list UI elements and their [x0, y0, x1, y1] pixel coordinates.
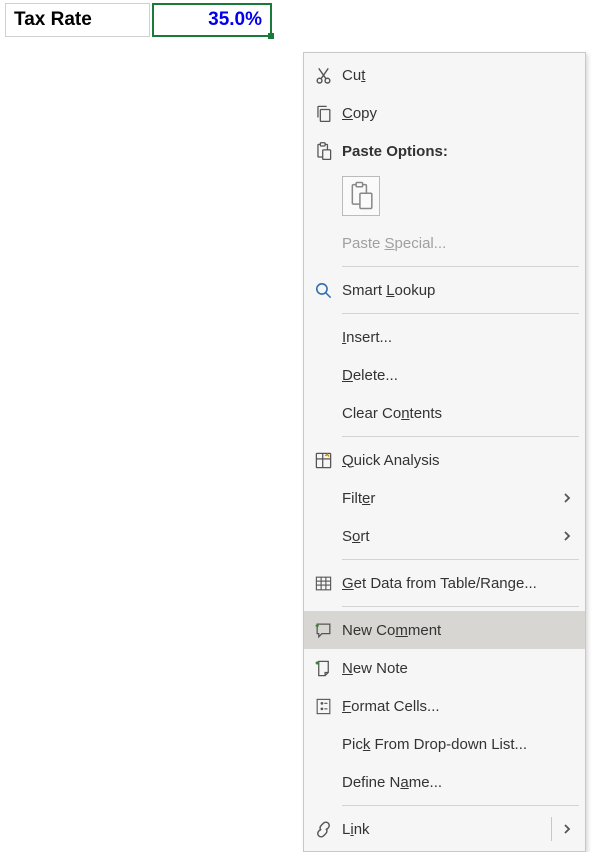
menu-cut[interactable]: Cut [304, 56, 585, 94]
note-icon [304, 659, 342, 678]
menu-define-name[interactable]: Define Name... [304, 763, 585, 801]
chevron-right-icon [557, 531, 577, 541]
menu-delete[interactable]: Delete... [304, 356, 585, 394]
menu-get-data-label: Get Data from Table/Range... [342, 575, 577, 592]
menu-sort[interactable]: Sort [304, 517, 585, 555]
menu-paste-options-label: Paste Options: [342, 143, 577, 160]
search-icon [304, 281, 342, 300]
paste-icon [304, 142, 342, 161]
chevron-right-icon [557, 493, 577, 503]
menu-smart-lookup[interactable]: Smart Lookup [304, 271, 585, 309]
format-cells-icon [304, 697, 342, 716]
menu-filter-label: Filter [342, 490, 557, 507]
menu-paste-special: Paste Special... [304, 224, 585, 262]
menu-pick-dropdown-label: Pick From Drop-down List... [342, 736, 577, 753]
spreadsheet-cells: Tax Rate 35.0% [5, 3, 272, 37]
cell-value-selected[interactable]: 35.0% [152, 3, 272, 37]
paste-mode-default[interactable] [304, 170, 585, 224]
menu-insert[interactable]: Insert... [304, 318, 585, 356]
menu-smart-lookup-label: Smart Lookup [342, 282, 577, 299]
menu-filter[interactable]: Filter [304, 479, 585, 517]
menu-define-name-label: Define Name... [342, 774, 577, 791]
menu-new-comment[interactable]: New Comment [304, 611, 585, 649]
copy-icon [304, 104, 342, 123]
chevron-right-icon [557, 824, 577, 834]
cut-icon [304, 66, 342, 85]
menu-format-cells[interactable]: Format Cells... [304, 687, 585, 725]
menu-clear-contents[interactable]: Clear Contents [304, 394, 585, 432]
menu-copy[interactable]: Copy [304, 94, 585, 132]
quick-analysis-icon [304, 451, 342, 470]
menu-clear-label: Clear Contents [342, 405, 577, 422]
menu-paste-special-label: Paste Special... [342, 235, 577, 252]
menu-separator [342, 606, 579, 607]
menu-get-data[interactable]: Get Data from Table/Range... [304, 564, 585, 602]
menu-format-cells-label: Format Cells... [342, 698, 577, 715]
menu-new-note-label: New Note [342, 660, 577, 677]
cell-label[interactable]: Tax Rate [5, 3, 150, 37]
menu-paste-options[interactable]: Paste Options: [304, 132, 585, 170]
menu-cut-label: Cut [342, 67, 577, 84]
menu-separator [342, 436, 579, 437]
menu-copy-label: Copy [342, 105, 577, 122]
menu-new-comment-label: New Comment [342, 622, 577, 639]
menu-delete-label: Delete... [342, 367, 577, 384]
menu-separator [342, 266, 579, 267]
menu-separator [342, 805, 579, 806]
menu-split-divider [551, 817, 552, 841]
menu-separator [342, 313, 579, 314]
table-icon [304, 574, 342, 593]
menu-separator [342, 559, 579, 560]
menu-pick-dropdown[interactable]: Pick From Drop-down List... [304, 725, 585, 763]
menu-sort-label: Sort [342, 528, 557, 545]
menu-quick-analysis-label: Quick Analysis [342, 452, 577, 469]
context-menu: Cut Copy Paste Options: [303, 52, 586, 852]
comment-icon [304, 621, 342, 640]
menu-link[interactable]: Link [304, 810, 585, 848]
menu-link-label: Link [342, 821, 548, 838]
menu-quick-analysis[interactable]: Quick Analysis [304, 441, 585, 479]
menu-insert-label: Insert... [342, 329, 577, 346]
menu-new-note[interactable]: New Note [304, 649, 585, 687]
link-icon [304, 820, 342, 839]
